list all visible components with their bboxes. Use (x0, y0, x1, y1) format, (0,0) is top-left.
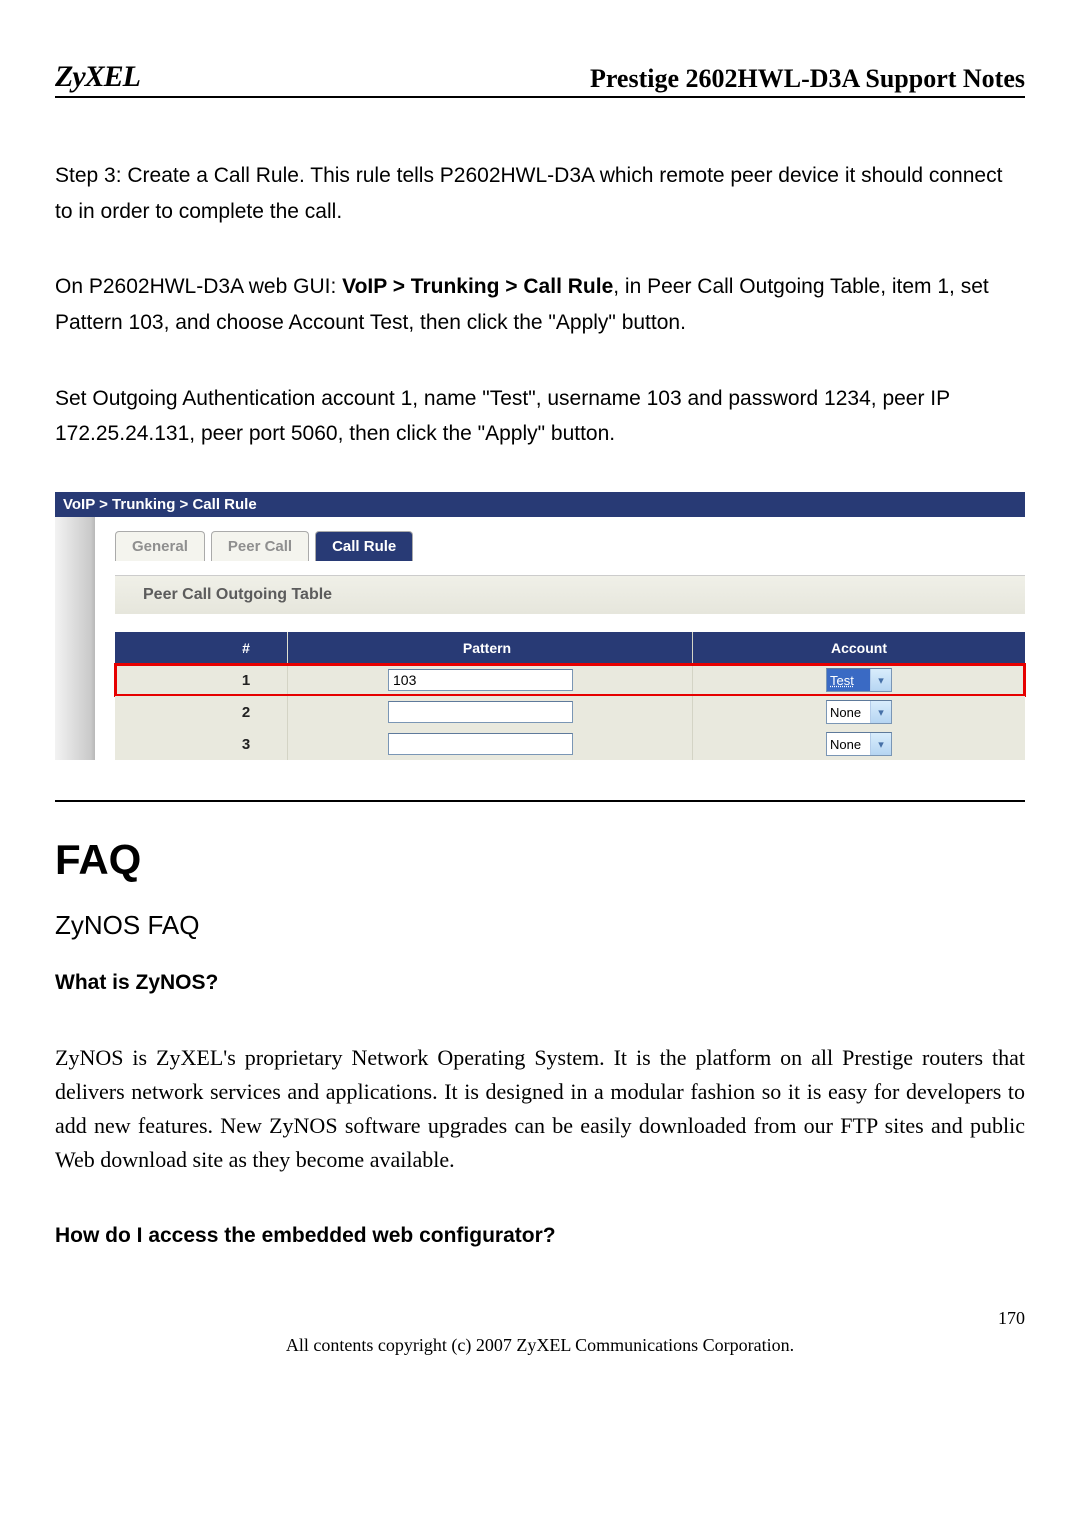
faq-question-zynos: What is ZyNOS? (55, 971, 1025, 995)
paragraph-step3: Step 3: Create a Call Rule. This rule te… (55, 158, 1025, 229)
table-row: 2 None ▾ (115, 696, 1025, 728)
tab-general[interactable]: General (115, 531, 205, 561)
breadcrumb: VoIP > Trunking > Call Rule (55, 492, 1025, 517)
faq-answer-zynos: ZyNOS is ZyXEL's proprietary Network Ope… (55, 1041, 1025, 1177)
row-index: 2 (205, 696, 288, 728)
section-title: Peer Call Outgoing Table (115, 575, 1025, 614)
account-select[interactable]: Test ▾ (826, 668, 892, 692)
select-value: Test (827, 669, 870, 691)
tab-call-rule[interactable]: Call Rule (315, 531, 413, 561)
brand-logo: ZyXEL (55, 60, 140, 94)
text-bold: VoIP > Trunking > Call Rule (342, 275, 613, 298)
select-value: None (827, 701, 870, 723)
chevron-down-icon: ▾ (870, 733, 891, 755)
col-account: Account (693, 632, 1025, 664)
table-row: 1 Test ▾ (115, 664, 1025, 696)
pattern-input[interactable] (388, 669, 573, 691)
separator (55, 800, 1025, 802)
paragraph-gui-path: On P2602HWL-D3A web GUI: VoIP > Trunking… (55, 269, 1025, 340)
row-index: 3 (205, 728, 288, 760)
select-value: None (827, 733, 870, 755)
chevron-down-icon: ▾ (870, 669, 891, 691)
gui-screenshot: VoIP > Trunking > Call Rule General Peer… (55, 492, 1025, 760)
col-index: # (205, 632, 288, 664)
copyright: All contents copyright (c) 2007 ZyXEL Co… (55, 1335, 1025, 1356)
faq-heading: FAQ (55, 836, 1025, 884)
pattern-input[interactable] (388, 701, 573, 723)
page-number: 170 (55, 1308, 1025, 1329)
side-shade (55, 517, 95, 760)
table-header-row: # Pattern Account (115, 632, 1025, 664)
table-row: 3 None ▾ (115, 728, 1025, 760)
paragraph-auth: Set Outgoing Authentication account 1, n… (55, 381, 1025, 452)
tab-bar: General Peer Call Call Rule (115, 531, 1025, 561)
row-index: 1 (205, 664, 288, 696)
faq-subheading: ZyNOS FAQ (55, 910, 1025, 941)
col-pattern: Pattern (288, 632, 693, 664)
faq-question-webconfig: How do I access the embedded web configu… (55, 1224, 1025, 1248)
page-footer: 170 All contents copyright (c) 2007 ZyXE… (55, 1308, 1025, 1356)
peer-call-outgoing-table: # Pattern Account 1 (115, 632, 1025, 760)
page-header: ZyXEL Prestige 2602HWL-D3A Support Notes (55, 60, 1025, 98)
tab-peer-call[interactable]: Peer Call (211, 531, 309, 561)
text: On P2602HWL-D3A web GUI: (55, 275, 342, 298)
account-select[interactable]: None ▾ (826, 732, 892, 756)
chevron-down-icon: ▾ (870, 701, 891, 723)
doc-title: Prestige 2602HWL-D3A Support Notes (590, 64, 1025, 94)
account-select[interactable]: None ▾ (826, 700, 892, 724)
pattern-input[interactable] (388, 733, 573, 755)
